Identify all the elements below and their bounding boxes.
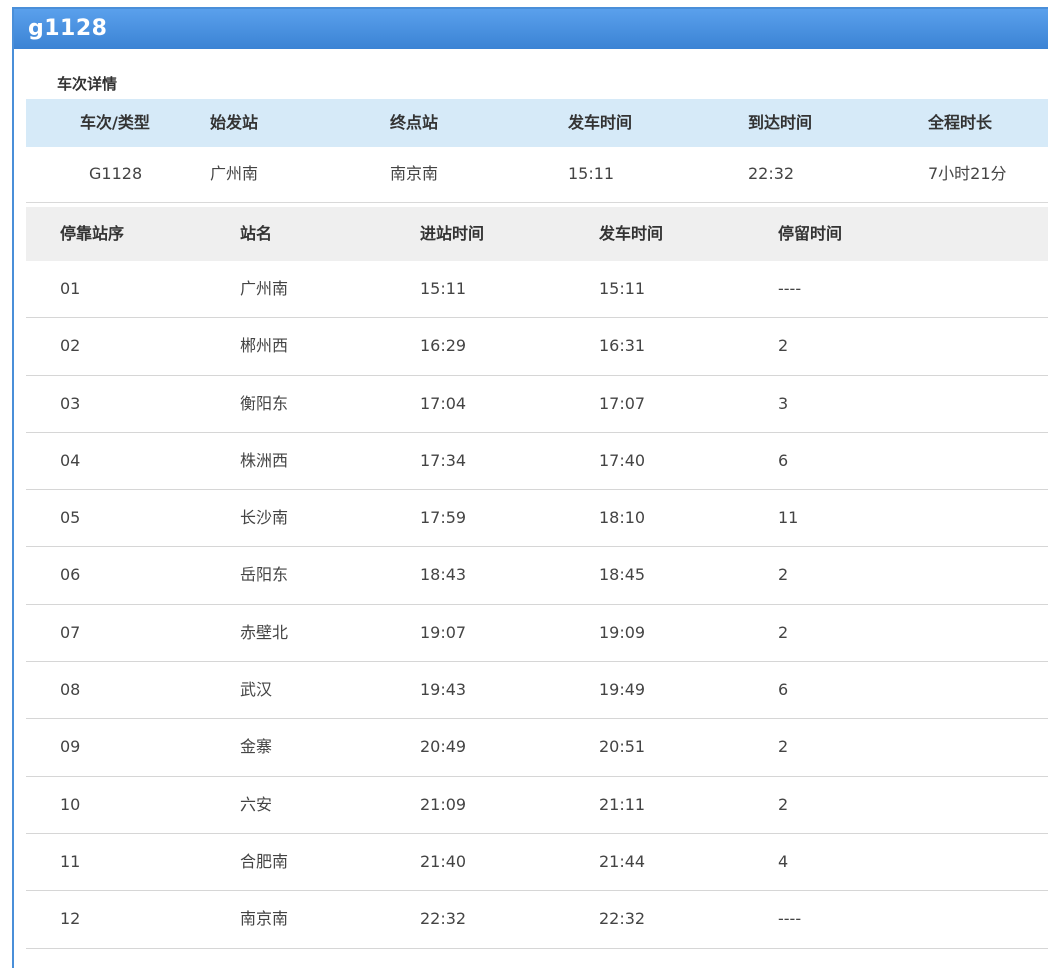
stop-stay: 2 — [778, 565, 789, 585]
stop-stay: 11 — [778, 508, 799, 528]
summary-destination: 南京南 — [390, 164, 439, 183]
stop-departure: 21:11 — [599, 794, 646, 814]
stop-arrival: 21:09 — [420, 794, 467, 814]
stop-stay: 3 — [778, 393, 789, 413]
stop-seq: 12 — [60, 909, 81, 929]
stop-stay: ---- — [778, 279, 802, 298]
stop-departure: 15:11 — [599, 279, 646, 298]
stop-seq: 11 — [60, 851, 81, 871]
summary-header-depart: 发车时间 — [568, 113, 633, 132]
table-row: 01 广州南 15:11 15:11 ---- — [26, 261, 1048, 319]
stops-header-seq: 停靠站序 — [60, 224, 125, 243]
stop-arrival: 17:34 — [420, 450, 467, 470]
table-row: 11 合肥南 21:40 21:44 4 — [26, 834, 1048, 892]
table-row: 02 郴州西 16:29 16:31 2 — [26, 318, 1048, 376]
summary-depart: 15:11 — [568, 164, 615, 183]
summary-header-arrive: 到达时间 — [748, 113, 813, 132]
stop-station: 岳阳东 — [240, 565, 289, 585]
stop-stay: 2 — [778, 622, 789, 642]
stop-station: 金寨 — [240, 737, 273, 757]
stop-departure: 17:07 — [599, 393, 646, 413]
stop-seq: 09 — [60, 737, 81, 757]
stop-arrival: 16:29 — [420, 336, 467, 356]
stop-seq: 08 — [60, 680, 81, 700]
stop-station: 长沙南 — [240, 508, 289, 528]
stop-station: 南京南 — [240, 909, 289, 929]
stops-header-stay: 停留时间 — [778, 224, 843, 243]
stop-station: 株洲西 — [240, 450, 289, 470]
summary-row: G1128 广州南 南京南 15:11 22:32 7小时21分 — [26, 147, 1048, 203]
stop-departure: 20:51 — [599, 737, 646, 757]
stop-arrival: 20:49 — [420, 737, 467, 757]
stop-arrival: 21:40 — [420, 851, 467, 871]
stop-stay: 6 — [778, 450, 789, 470]
stop-arrival: 18:43 — [420, 565, 467, 585]
stops-header-station: 站名 — [240, 224, 273, 243]
stop-stay: 2 — [778, 794, 789, 814]
stop-station: 武汉 — [240, 680, 273, 700]
stop-arrival: 19:07 — [420, 622, 467, 642]
summary-header-destination: 终点站 — [390, 113, 439, 132]
stop-departure: 16:31 — [599, 336, 646, 356]
stop-departure: 18:10 — [599, 508, 646, 528]
stop-arrival: 17:04 — [420, 393, 467, 413]
window-title: g1128 — [14, 9, 1048, 49]
stop-station: 赤壁北 — [240, 622, 289, 642]
stop-departure: 19:49 — [599, 680, 646, 700]
section-title: 车次详情 — [57, 75, 118, 93]
summary-origin: 广州南 — [210, 164, 259, 183]
stop-seq: 02 — [60, 336, 81, 356]
stop-seq: 05 — [60, 508, 81, 528]
stop-station: 合肥南 — [240, 851, 289, 871]
stop-station: 郴州西 — [240, 336, 289, 356]
table-row: 05 长沙南 17:59 18:10 11 — [26, 490, 1048, 548]
stop-station: 六安 — [240, 794, 273, 814]
summary-header-row: 车次/类型 始发站 终点站 发车时间 到达时间 全程时长 — [26, 99, 1048, 147]
table-row: 09 金寨 20:49 20:51 2 — [26, 719, 1048, 777]
table-row: 07 赤壁北 19:07 19:09 2 — [26, 605, 1048, 663]
stop-arrival: 15:11 — [420, 279, 467, 298]
stop-station: 广州南 — [240, 279, 289, 298]
table-row: 12 南京南 22:32 22:32 ---- — [26, 891, 1048, 949]
stop-stay: 6 — [778, 680, 789, 700]
stop-departure: 21:44 — [599, 851, 646, 871]
stop-arrival: 19:43 — [420, 680, 467, 700]
stop-seq: 07 — [60, 622, 81, 642]
summary-train: G1128 — [89, 164, 143, 183]
stop-stay: 2 — [778, 336, 789, 356]
summary-duration: 7小时21分 — [928, 164, 1007, 183]
stop-stay: 4 — [778, 851, 789, 871]
train-detail-panel: g1128 车次详情 车次/类型 始发站 终点站 发车时间 到达时间 全程时长 … — [12, 7, 1048, 968]
table-row: 04 株洲西 17:34 17:40 6 — [26, 433, 1048, 491]
stops-table-body: 01 广州南 15:11 15:11 ---- 02 郴州西 16:29 16:… — [26, 261, 1048, 949]
stop-stay: ---- — [778, 909, 802, 929]
stop-departure: 17:40 — [599, 450, 646, 470]
stop-arrival: 17:59 — [420, 508, 467, 528]
summary-header-train: 车次/类型 — [80, 113, 150, 132]
stop-seq: 10 — [60, 794, 81, 814]
stops-header-row: 停靠站序 站名 进站时间 发车时间 停留时间 — [26, 207, 1048, 261]
table-row: 10 六安 21:09 21:11 2 — [26, 777, 1048, 834]
stop-seq: 04 — [60, 450, 81, 470]
stop-arrival: 22:32 — [420, 909, 467, 929]
table-row: 06 岳阳东 18:43 18:45 2 — [26, 547, 1048, 605]
summary-header-origin: 始发站 — [210, 113, 259, 132]
stop-seq: 03 — [60, 393, 81, 413]
stop-stay: 2 — [778, 737, 789, 757]
summary-arrive: 22:32 — [748, 164, 795, 183]
stop-departure: 18:45 — [599, 565, 646, 585]
stop-seq: 01 — [60, 279, 81, 298]
stop-station: 衡阳东 — [240, 393, 289, 413]
stops-header-arrival: 进站时间 — [420, 224, 485, 243]
stop-departure: 19:09 — [599, 622, 646, 642]
stops-header-departure: 发车时间 — [599, 224, 664, 243]
table-row: 08 武汉 19:43 19:49 6 — [26, 662, 1048, 720]
summary-header-duration: 全程时长 — [928, 113, 993, 132]
stop-departure: 22:32 — [599, 909, 646, 929]
table-row: 03 衡阳东 17:04 17:07 3 — [26, 376, 1048, 433]
stop-seq: 06 — [60, 565, 81, 585]
